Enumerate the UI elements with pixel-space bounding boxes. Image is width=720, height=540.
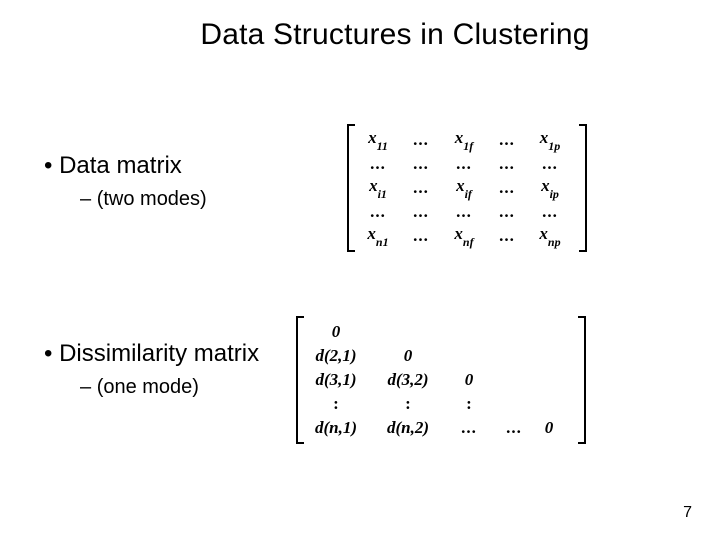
matrix-row: 0 [300, 320, 660, 344]
matrix-cell: : [300, 394, 372, 414]
matrix-cell: ... [494, 418, 534, 438]
matrix-row: ... ... ... ... ... [355, 152, 635, 176]
matrix-cell: x11 [355, 128, 401, 151]
matrix-cell: ... [487, 154, 527, 174]
matrix-cell: d(3,1) [300, 370, 372, 390]
matrix-cell: d(n,2) [372, 418, 444, 438]
data-matrix-figure: x11 ... x1f ... x1p ... ... ... ... ... … [355, 128, 635, 248]
bracket-left-icon [347, 124, 355, 252]
matrix-row: d(2,1) 0 [300, 344, 660, 368]
bullet-dissimilarity-matrix: Dissimilarity matrix [44, 340, 259, 368]
bracket-left-icon [296, 316, 304, 444]
matrix-cell: d(3,2) [372, 370, 444, 390]
matrix-cell: d(2,1) [300, 346, 372, 366]
bullet-dissimilarity-matrix-sub: (one mode) [80, 376, 259, 399]
matrix-cell: ... [487, 226, 527, 246]
matrix-cell: ... [401, 202, 441, 222]
matrix-cell: ... [487, 202, 527, 222]
matrix-cell: x1p [527, 128, 573, 151]
matrix-cell: 0 [300, 322, 372, 342]
bracket-right-icon [578, 316, 586, 444]
matrix-cell: ... [401, 226, 441, 246]
matrix-cell: ... [441, 202, 487, 222]
matrix-cell: ... [444, 418, 494, 438]
matrix-cell: 0 [372, 346, 444, 366]
bullet-block-data-matrix: Data matrix (two modes) [40, 152, 207, 211]
dissimilarity-matrix-figure: 0 d(2,1) 0 d(3,1) d(3,2) 0 : : : [300, 320, 660, 440]
bullet-data-matrix: Data matrix [44, 152, 207, 180]
matrix-cell: xip [527, 176, 573, 199]
matrix-cell: 0 [444, 370, 494, 390]
matrix-row: ... ... ... ... ... [355, 200, 635, 224]
bullet-block-dissimilarity-matrix: Dissimilarity matrix (one mode) [40, 340, 259, 399]
matrix-cell: ... [401, 154, 441, 174]
page-number: 7 [683, 504, 692, 522]
matrix-cell: ... [487, 130, 527, 150]
matrix-cell: xn1 [355, 224, 401, 247]
matrix-row: xi1 ... xif ... xip [355, 176, 635, 200]
bullet-data-matrix-sub: (two modes) [80, 188, 207, 211]
matrix-cell: x1f [441, 128, 487, 151]
matrix-cell: xif [441, 176, 487, 199]
matrix-cell: ... [355, 202, 401, 222]
bracket-right-icon [579, 124, 587, 252]
matrix-row: : : : [300, 392, 660, 416]
slide: Data Structures in Clustering Data matri… [0, 0, 720, 540]
matrix-cell: xnf [441, 224, 487, 247]
matrix-cell: xi1 [355, 176, 401, 199]
matrix-cell: : [372, 394, 444, 414]
slide-title: Data Structures in Clustering [106, 18, 684, 52]
matrix-cell: ... [527, 154, 573, 174]
matrix-row: x11 ... x1f ... x1p [355, 128, 635, 152]
matrix-cell: d(n,1) [300, 418, 372, 438]
matrix-cell: ... [401, 130, 441, 150]
matrix-cell: ... [441, 154, 487, 174]
matrix-row: xn1 ... xnf ... xnp [355, 224, 635, 248]
matrix-cell: ... [487, 178, 527, 198]
matrix-cell: : [444, 394, 494, 414]
matrix-row: d(n,1) d(n,2) ... ... 0 [300, 416, 660, 440]
matrix-cell: xnp [527, 224, 573, 247]
matrix-row: d(3,1) d(3,2) 0 [300, 368, 660, 392]
matrix-cell: ... [355, 154, 401, 174]
matrix-cell: ... [527, 202, 573, 222]
matrix-cell: ... [401, 178, 441, 198]
matrix-cell: 0 [534, 418, 564, 438]
